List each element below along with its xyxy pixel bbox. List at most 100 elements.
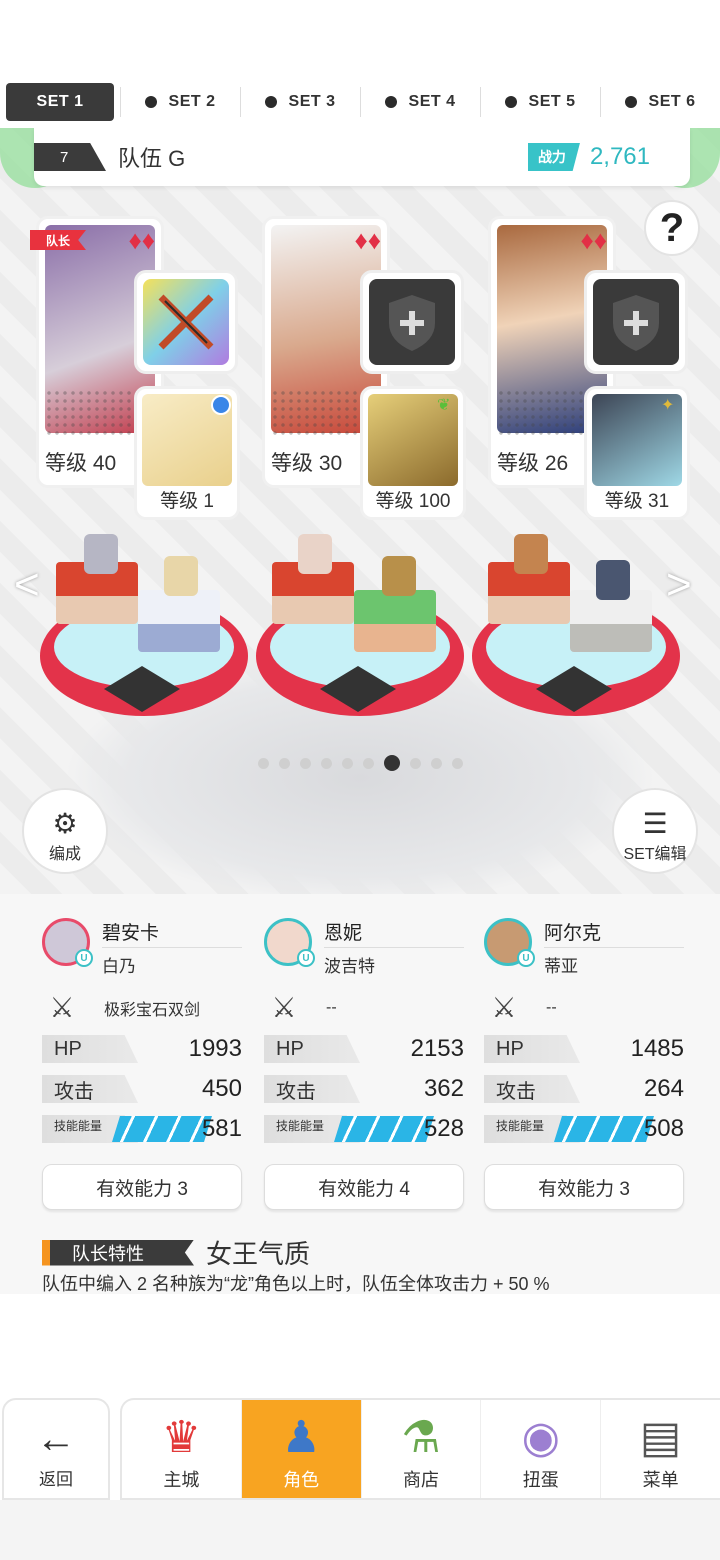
stats-panel: U 碧安卡 白乃 ⚔ 极彩宝石双剑 HP 1993 攻击 450 技能能量 581 有效… (0, 894, 720, 1294)
avatar[interactable]: U (42, 918, 93, 967)
sub-member-name: 蒂亚 (544, 957, 578, 976)
sub-character-level: 等级 1 (160, 491, 214, 512)
page-dot[interactable] (362, 757, 374, 769)
page-dot[interactable] (409, 757, 421, 769)
hp-value: 1993 (188, 1035, 242, 1062)
chibi-character (382, 556, 416, 596)
avatar[interactable]: U (484, 918, 535, 967)
set-edit-label: SET编辑 (623, 846, 687, 863)
leader-tag: 队长 (30, 230, 86, 250)
attack-label: 攻击 (484, 1075, 580, 1103)
dot-icon (384, 96, 397, 108)
page-dot[interactable] (299, 757, 311, 769)
tab-label: 扭蛋 (522, 1470, 559, 1490)
tab-shop[interactable]: ⚗ 商店 (360, 1400, 481, 1498)
weapon-slot-2[interactable] (360, 270, 464, 374)
page-dot-active[interactable] (383, 755, 400, 771)
tab-castle[interactable]: ♛ 主城 (122, 1400, 241, 1498)
tab-label: 菜单 (642, 1470, 679, 1490)
sub-character-card-3[interactable]: ✦ 等级 31 (584, 386, 690, 520)
energy-value: 508 (643, 1115, 684, 1142)
tab-set-4[interactable]: SET 4 (360, 83, 480, 121)
crossed-swords-icon (143, 279, 229, 365)
hp-label: HP (484, 1035, 580, 1063)
energy-value: 581 (201, 1115, 242, 1142)
set-edit-button[interactable]: ☰ SET编辑 (612, 788, 698, 874)
character-level: 等级 30 (271, 452, 343, 475)
ability-button[interactable]: 有效能力 4 (264, 1164, 464, 1210)
page-dot[interactable] (278, 757, 290, 769)
page-dot[interactable] (430, 757, 442, 769)
leader-trait-description: 队伍中编入 2 名种族为“龙”角色以上时，队伍全体攻击力 + 50 % (42, 1274, 550, 1294)
hp-value: 1485 (630, 1035, 684, 1062)
prev-arrow-icon[interactable]: < (14, 560, 40, 610)
ability-button[interactable]: 有效能力 3 (484, 1164, 684, 1210)
blue-dot-icon (211, 395, 231, 415)
tab-label: SET 2 (168, 93, 216, 110)
page-dot[interactable] (320, 757, 332, 769)
tab-set-3[interactable]: SET 3 (240, 83, 360, 121)
chibi-character (514, 534, 548, 574)
member-name: 碧安卡 (102, 918, 242, 948)
diamond-icon: ♦♦ (580, 225, 607, 255)
dot-icon (144, 96, 157, 108)
u-badge-icon: U (75, 949, 93, 967)
avatar[interactable]: U (264, 918, 315, 967)
castle-icon: ♛ (161, 1413, 202, 1462)
page-dot[interactable] (451, 757, 463, 769)
attack-value: 362 (423, 1075, 464, 1102)
page-dot[interactable] (341, 757, 353, 769)
page-dot[interactable] (257, 757, 269, 769)
tab-set-6[interactable]: SET 6 (600, 83, 720, 121)
sub-character-card-2[interactable]: ❦ 等级 100 (360, 386, 466, 520)
team-bar: 7 队伍 G 战力 2,761 (34, 128, 690, 186)
tab-character[interactable]: ♟ 角色 (240, 1400, 361, 1498)
weapon-slot-3[interactable] (584, 270, 688, 374)
weapon-slot-1[interactable] (134, 270, 238, 374)
dot-icon (504, 96, 517, 108)
next-arrow-icon[interactable]: > (666, 560, 692, 610)
u-badge-icon: U (517, 949, 535, 967)
add-weapon-icon (593, 279, 679, 365)
character-level: 等级 26 (497, 452, 569, 475)
tab-set-2[interactable]: SET 2 (120, 83, 240, 121)
team-name[interactable]: 队伍 G (118, 141, 528, 173)
ability-button[interactable]: 有效能力 3 (42, 1164, 242, 1210)
tab-gacha[interactable]: ◉ 扭蛋 (480, 1400, 600, 1498)
weapon-name: 极彩宝石双剑 (104, 1001, 201, 1019)
sub-member-name: 波吉特 (324, 957, 375, 976)
page-indicator (0, 755, 720, 771)
block (354, 590, 436, 652)
chibi-character (596, 560, 630, 600)
power-value: 2,761 (589, 143, 650, 170)
tab-label: 角色 (283, 1470, 320, 1490)
question-icon: ? (659, 205, 685, 250)
character-icon: ♟ (281, 1413, 321, 1462)
tab-set-1[interactable]: SET 1 (6, 83, 114, 121)
diamond-icon: ♦♦ (354, 225, 381, 255)
member-stats-1: U 碧安卡 白乃 ⚔ 极彩宝石双剑 HP 1993 攻击 450 技能能量 581 有效… (42, 918, 242, 1210)
set-tabs: SET 1 SET 2 SET 3 SET 4 SET 5 SET 6 (0, 82, 720, 122)
menu-icon: ▤ (639, 1413, 682, 1462)
attack-label: 攻击 (264, 1075, 360, 1103)
sub-member-name: 白乃 (102, 957, 136, 976)
member-name: 恩妮 (324, 918, 464, 948)
back-button[interactable]: ← 返回 (2, 1398, 110, 1500)
weapon-icon: ⚔ (271, 992, 297, 1023)
member-name: 阿尔克 (544, 918, 684, 948)
tab-label: SET 6 (648, 93, 696, 110)
sub-character-level: 等级 100 (375, 491, 451, 512)
party-scene: 7 队伍 G 战力 2,761 ? 队长 ♦♦ 等级 40 等级 1 ♦♦ 等级… (0, 128, 720, 894)
attack-value: 264 (643, 1075, 684, 1102)
tab-menu[interactable]: ▤ 菜单 (600, 1400, 720, 1498)
attack-value: 450 (201, 1075, 242, 1102)
chibi-character (164, 556, 198, 596)
u-badge-icon: U (297, 949, 315, 967)
formation-button[interactable]: ⚙ 编成 (22, 788, 108, 874)
energy-bar (334, 1116, 434, 1142)
tab-set-5[interactable]: SET 5 (480, 83, 600, 121)
help-button[interactable]: ? (644, 200, 700, 256)
leader-trait-label: 队长特性 (42, 1239, 194, 1266)
sub-character-card-1[interactable]: 等级 1 (134, 386, 240, 520)
home-indicator (0, 1500, 720, 1560)
